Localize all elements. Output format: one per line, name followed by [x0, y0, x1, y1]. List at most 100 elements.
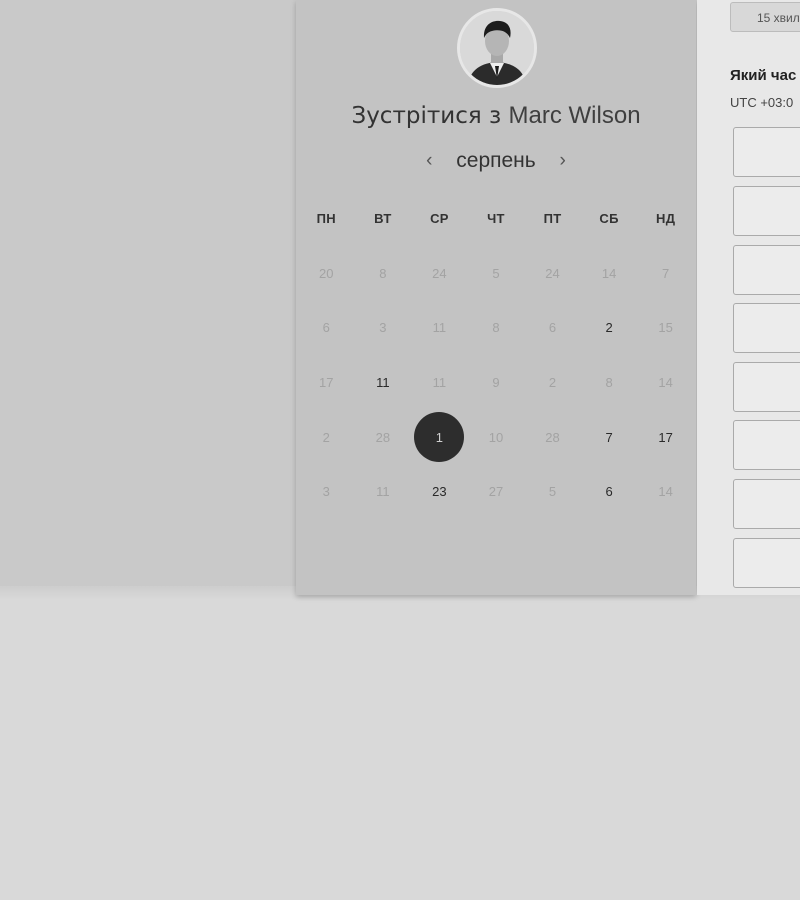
- calendar-week: 20 8 24 5 24 14 7: [298, 246, 694, 301]
- calendar-day-number: 6: [548, 320, 557, 336]
- calendar-day-available[interactable]: 23: [411, 464, 468, 519]
- calendar-week: 2 28 1 10 28 7 17: [298, 410, 694, 465]
- weekday-label: ПТ: [543, 211, 562, 226]
- calendar-day-number: 11: [376, 374, 390, 390]
- calendar-day-unavailable: 5: [524, 464, 581, 519]
- calendar-day-selected[interactable]: 1: [411, 410, 468, 465]
- calendar-day-number: 10: [488, 429, 504, 445]
- calendar-day-number: 15: [658, 320, 673, 336]
- calendar-day-number: 7: [662, 265, 670, 281]
- calendar-day-number: 14: [601, 265, 617, 281]
- calendar-day-number: 6: [605, 484, 613, 500]
- calendar-day-number: 14: [658, 484, 673, 500]
- calendar-day-unavailable: 2: [298, 410, 355, 465]
- calendar-day-unavailable: 11: [411, 301, 468, 356]
- calendar-week: 6 3 11 8 6 2 15: [298, 301, 694, 356]
- calendar-day-available[interactable]: 11: [355, 355, 412, 410]
- calendar-day-number: 3: [322, 484, 330, 500]
- calendar-day-number: 17: [658, 429, 673, 445]
- calendar-day-available[interactable]: 17: [637, 410, 694, 465]
- calendar-day-available[interactable]: 6: [581, 464, 638, 519]
- calendar-day-number: 2: [605, 320, 613, 336]
- weekday-header: ПН ВТ СР ЧТ ПТ СБ НД: [298, 211, 694, 226]
- calendar-day-number: 9: [492, 374, 500, 390]
- calendar-day-unavailable: 28: [355, 410, 412, 465]
- calendar-day-number: 2: [322, 429, 330, 445]
- scheduler-card: Зустрітися з Marc Wilson ‹ серпень › ПН ВТ С…: [296, 0, 696, 595]
- duration-button[interactable]: 15 хвил: [730, 2, 800, 32]
- calendar-day-unavailable: 15: [637, 301, 694, 356]
- calendar-day-unavailable: 14: [637, 355, 694, 410]
- time-slot[interactable]: [733, 245, 800, 295]
- calendar-day-number: 17: [319, 374, 334, 390]
- calendar-grid: 20 8 24 5 24 14 7 6 3 11 8 6 2 15 17 11 11 9 2 8 14 2 28 1 10 28 7…: [298, 246, 694, 519]
- calendar-day-unavailable: 9: [468, 355, 525, 410]
- month-navigation: ‹ серпень ›: [296, 149, 696, 173]
- host-photo: [460, 11, 534, 85]
- calendar-day-number: 2: [548, 374, 557, 390]
- calendar-day-available[interactable]: 7: [581, 410, 638, 465]
- calendar-day-unavailable: 10: [468, 410, 525, 465]
- calendar-day-unavailable: 8: [355, 246, 412, 301]
- calendar-day-number: 11: [432, 320, 447, 336]
- timezone-label[interactable]: UTC +03:0: [730, 95, 793, 110]
- calendar-day-number: 5: [548, 484, 557, 500]
- calendar-day-number: 27: [488, 484, 504, 500]
- calendar-day-unavailable: 11: [355, 464, 412, 519]
- calendar-day-number: 24: [432, 265, 447, 281]
- weekday-label: СБ: [599, 211, 619, 226]
- time-selection-panel: 15 хвил Який час UTC +03:0: [697, 0, 800, 595]
- calendar-day-number: 11: [376, 484, 390, 500]
- weekday-label: СР: [430, 211, 449, 226]
- calendar-day-available[interactable]: 2: [581, 301, 638, 356]
- calendar-day-number: 6: [322, 320, 330, 336]
- weekday-label: ПН: [316, 211, 336, 226]
- calendar-day-unavailable: 24: [524, 246, 581, 301]
- calendar-day-unavailable: 20: [298, 246, 355, 301]
- calendar-day-unavailable: 7: [637, 246, 694, 301]
- calendar-day-number: 1: [414, 412, 465, 463]
- calendar-day-unavailable: 8: [468, 301, 525, 356]
- calendar-day-unavailable: 6: [298, 301, 355, 356]
- time-slot[interactable]: [733, 538, 800, 588]
- host-name: Marc Wilson: [508, 102, 641, 129]
- calendar-day-number: 8: [605, 374, 613, 390]
- time-slot[interactable]: [733, 186, 800, 236]
- calendar-day-unavailable: 28: [524, 410, 581, 465]
- calendar-day-unavailable: 24: [411, 246, 468, 301]
- calendar-day-number: 3: [379, 320, 387, 336]
- calendar-week: 17 11 11 9 2 8 14: [298, 355, 694, 410]
- avatar: [457, 8, 537, 88]
- month-label: серпень: [456, 149, 536, 172]
- calendar-day-unavailable: 14: [637, 464, 694, 519]
- page-title: Зустрітися з Marc Wilson: [296, 102, 696, 130]
- calendar-day-number: 8: [379, 265, 387, 281]
- chevron-right-icon[interactable]: ›: [552, 150, 574, 172]
- calendar-day-unavailable: 8: [581, 355, 638, 410]
- weekday-label: ВТ: [374, 211, 392, 226]
- calendar-day-number: 11: [432, 374, 447, 390]
- calendar-week: 3 11 23 27 5 6 14: [298, 464, 694, 519]
- weekday-label: НД: [656, 211, 676, 226]
- calendar-day-unavailable: 17: [298, 355, 355, 410]
- time-question-heading: Який час: [730, 67, 797, 84]
- time-slot[interactable]: [733, 479, 800, 529]
- time-slot[interactable]: [733, 127, 800, 177]
- calendar-day-number: 8: [492, 320, 500, 336]
- calendar-day-unavailable: 2: [524, 355, 581, 410]
- calendar-day-unavailable: 27: [468, 464, 525, 519]
- calendar-day-unavailable: 14: [581, 246, 638, 301]
- calendar-day-number: 7: [605, 429, 613, 445]
- time-slot[interactable]: [733, 303, 800, 353]
- chevron-left-icon[interactable]: ‹: [418, 150, 440, 172]
- calendar-day-number: 14: [658, 374, 673, 390]
- calendar-day-unavailable: 5: [468, 246, 525, 301]
- weekday-label: ЧТ: [487, 211, 505, 226]
- time-slot[interactable]: [733, 420, 800, 470]
- calendar-day-unavailable: 6: [524, 301, 581, 356]
- calendar-day-unavailable: 3: [298, 464, 355, 519]
- calendar-day-number: 20: [319, 265, 334, 281]
- calendar-day-number: 23: [432, 484, 447, 500]
- time-slot[interactable]: [733, 362, 800, 412]
- calendar-day-number: 24: [545, 265, 560, 281]
